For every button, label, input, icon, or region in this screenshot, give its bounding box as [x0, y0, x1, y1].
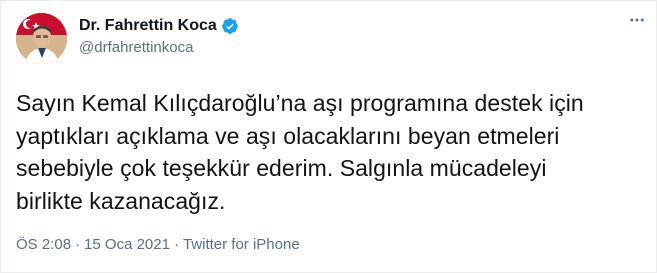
tweet-time[interactable]: ÖS 2:08 [16, 236, 71, 253]
author-handle[interactable]: @drfahrettinkoca [79, 39, 239, 56]
tweet-header: Dr. Fahrettin Koca @drfahrettinkoca [16, 13, 641, 73]
tweet-text: Sayın Kemal Kılıçdaroğlu’na aşı programı… [16, 90, 584, 214]
meta-separator: · [75, 236, 81, 253]
author-display-name[interactable]: Dr. Fahrettin Koca [79, 17, 217, 35]
tweet-source-link[interactable]: Twitter for iPhone [183, 236, 300, 253]
avatar[interactable] [16, 13, 67, 64]
avatar-image [16, 13, 67, 64]
more-options-button[interactable] [622, 5, 652, 35]
tweet-card: Dr. Fahrettin Koca @drfahrettinkoca Sayı… [0, 0, 657, 273]
tweet-date[interactable]: 15 Oca 2021 [84, 236, 170, 253]
meta-separator: · [173, 236, 179, 253]
verified-badge-icon [221, 17, 239, 35]
more-horizontal-icon [630, 18, 644, 22]
name-row: Dr. Fahrettin Koca [79, 15, 239, 37]
tweet-meta: ÖS 2:08 · 15 Oca 2021 · Twitter for iPho… [16, 236, 300, 253]
author-names: Dr. Fahrettin Koca @drfahrettinkoca [79, 15, 239, 56]
